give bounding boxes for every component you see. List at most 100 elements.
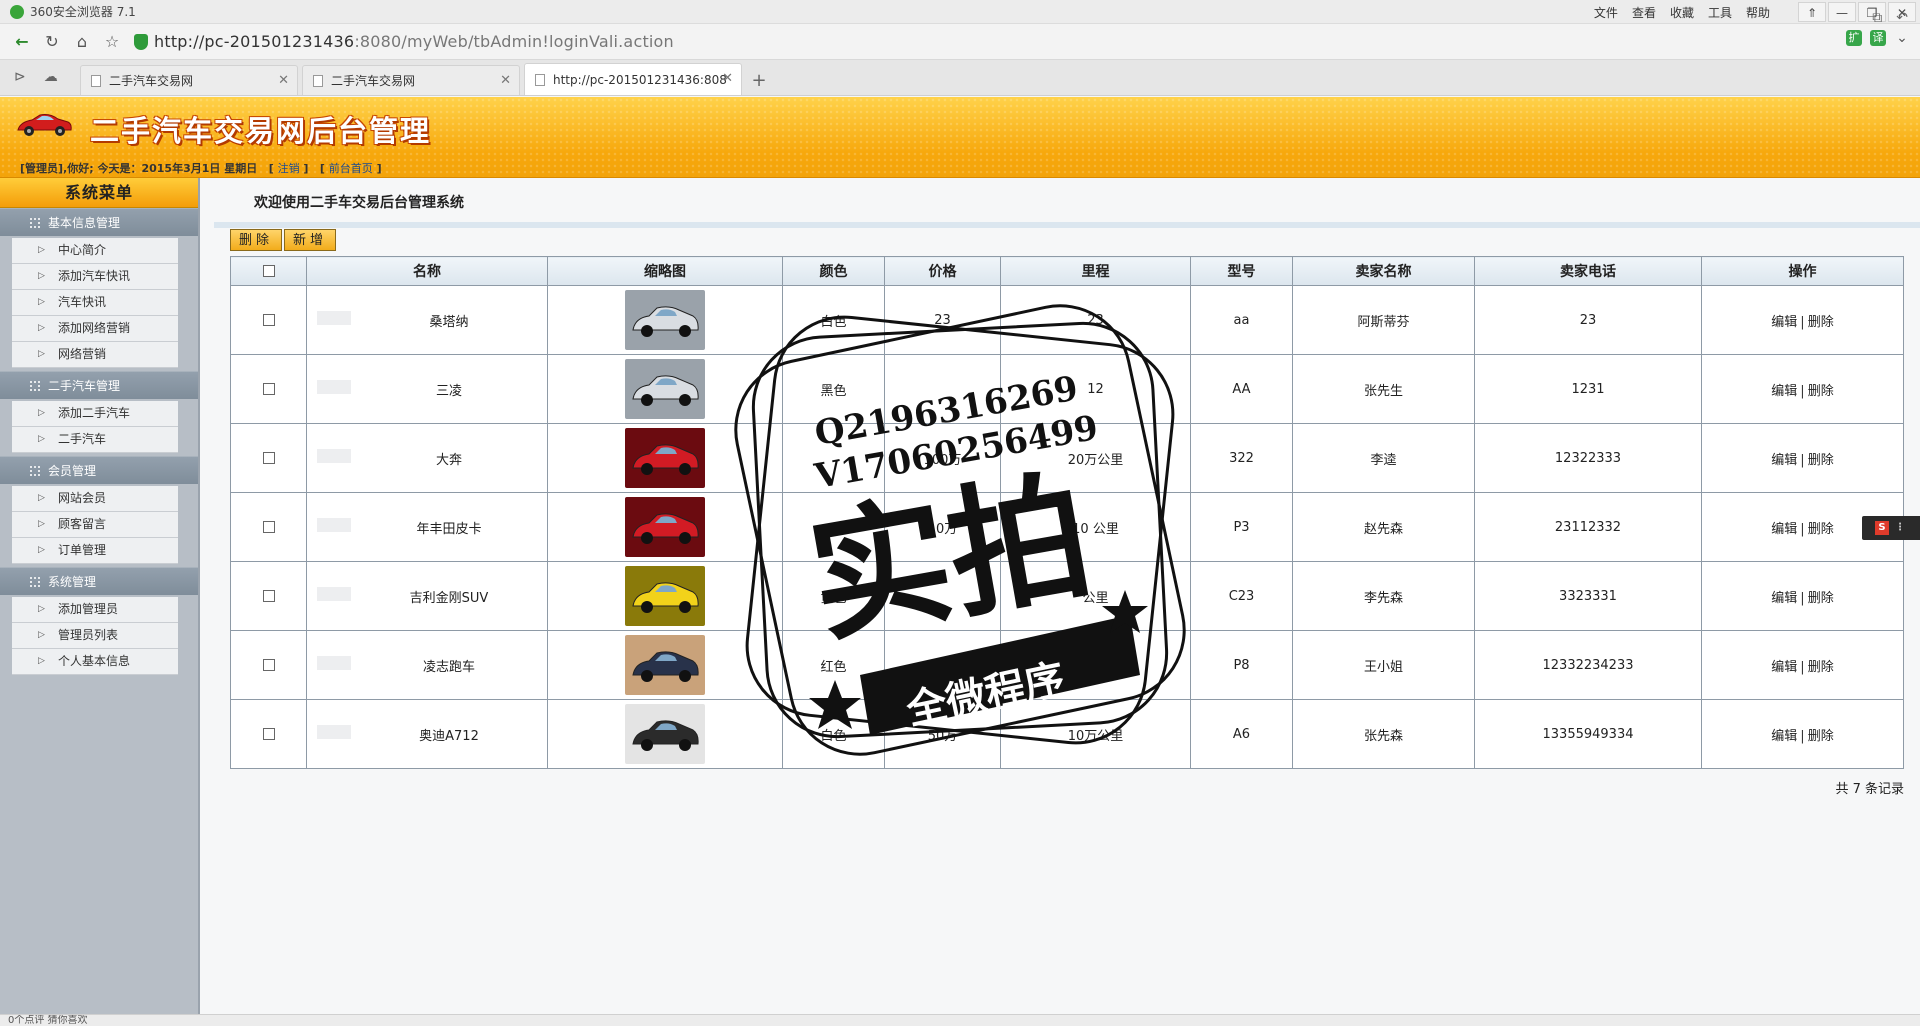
cell-mileage: 公里	[1000, 561, 1191, 631]
back-icon[interactable]: ←	[10, 30, 34, 54]
cell-seller: 李逵	[1292, 423, 1475, 493]
row-select-cell	[230, 492, 307, 562]
menu-favorites[interactable]: 收藏	[1670, 4, 1694, 21]
select-all-checkbox[interactable]	[262, 265, 275, 277]
cell-thumbnail	[547, 561, 783, 631]
edit-link[interactable]: 编辑	[1771, 522, 1797, 537]
menu-tools[interactable]: 工具	[1708, 4, 1732, 21]
sidebar-group-system[interactable]: 系统管理	[0, 567, 198, 595]
delete-link[interactable]: 删除	[1808, 660, 1834, 675]
row-checkbox[interactable]	[262, 452, 275, 464]
edit-link[interactable]: 编辑	[1771, 315, 1797, 330]
sidebar-item-orders[interactable]: ▷ 订单管理	[12, 538, 178, 564]
sidebar-item-admin-list[interactable]: ▷ 管理员列表	[12, 623, 178, 649]
menu-file[interactable]: 文件	[1594, 4, 1618, 21]
menu-view[interactable]: 查看	[1632, 4, 1656, 21]
dropdown-icon[interactable]: ⌄	[1894, 30, 1910, 46]
row-checkbox[interactable]	[262, 659, 275, 671]
tab-1[interactable]: 二手汽车交易网 ✕	[80, 65, 298, 95]
tab-close-icon[interactable]: ✕	[722, 71, 733, 86]
undo-close-icon[interactable]: ↶	[1896, 10, 1908, 26]
page-icon	[91, 74, 101, 87]
item-label: 添加二手汽车	[58, 406, 131, 420]
car-thumbnail[interactable]	[625, 290, 705, 350]
row-checkbox[interactable]	[262, 728, 275, 740]
cell-thumbnail	[547, 285, 783, 355]
frontend-home-link[interactable]: 前台首页	[329, 162, 373, 175]
new-tab-icon[interactable]: +	[746, 65, 772, 95]
sidebar-item-add-admin[interactable]: ▷ 添加管理员	[12, 597, 178, 623]
cell-price	[884, 630, 1001, 700]
sidebar-item-center-intro[interactable]: ▷ 中心简介	[12, 238, 178, 264]
edit-link[interactable]: 编辑	[1771, 591, 1797, 606]
tab-2[interactable]: 二手汽车交易网 ✕	[302, 65, 520, 95]
edit-link[interactable]: 编辑	[1771, 384, 1797, 399]
delete-link[interactable]: 删除	[1808, 453, 1834, 468]
sidebar-item-profile[interactable]: ▷ 个人基本信息	[12, 649, 178, 675]
logout-link[interactable]: 注销	[278, 162, 300, 175]
menu-help[interactable]: 帮助	[1746, 4, 1770, 21]
tab-list-icon[interactable]: ⧉	[1872, 10, 1882, 26]
car-name: 年丰田皮卡	[416, 521, 482, 537]
row-checkbox[interactable]	[262, 521, 275, 533]
row-checkbox[interactable]	[262, 314, 275, 326]
car-thumbnail[interactable]	[625, 428, 705, 488]
sidebar-item-add-news[interactable]: ▷ 添加汽车快讯	[12, 264, 178, 290]
cell-name: 奥迪A712	[306, 699, 548, 769]
cloud-icon[interactable]: ☁	[44, 69, 58, 85]
refresh-icon[interactable]: ↻	[40, 30, 64, 54]
delete-link[interactable]: 删除	[1808, 591, 1834, 606]
group-label: 会员管理	[48, 464, 97, 478]
sidebar-item-marketing[interactable]: ▷ 网络营销	[12, 342, 178, 368]
edit-link[interactable]: 编辑	[1771, 729, 1797, 744]
sidebar-item-news[interactable]: ▷ 汽车快讯	[12, 290, 178, 316]
bullet-arrow-icon: ▷	[38, 630, 45, 640]
tab-3-active[interactable]: http://pc-201501231436:808 ✕	[524, 63, 742, 95]
cell-actions: 编辑 | 删除	[1701, 561, 1904, 631]
edit-link[interactable]: 编辑	[1771, 453, 1797, 468]
sidebar-item-used-cars[interactable]: ▷ 二手汽车	[12, 427, 178, 453]
edit-link[interactable]: 编辑	[1771, 660, 1797, 675]
translate-icon[interactable]: 译	[1870, 30, 1886, 46]
delete-link[interactable]: 删除	[1808, 522, 1834, 537]
cell-thumbnail	[547, 423, 783, 493]
sidebar-group-used-cars[interactable]: 二手汽车管理	[0, 371, 198, 399]
url-input[interactable]: http://pc-201501231436:8080/myWeb/tbAdmi…	[154, 32, 674, 51]
sidebar-group-members[interactable]: 会员管理	[0, 456, 198, 484]
home-icon[interactable]: ⌂	[70, 30, 94, 54]
extension-icon[interactable]: 扩	[1846, 30, 1862, 46]
car-thumbnail[interactable]	[625, 566, 705, 626]
add-button[interactable]: 新增	[284, 229, 337, 251]
sidebar-toggle-icon[interactable]: ⊳	[14, 69, 26, 85]
star-icon[interactable]: ☆	[100, 30, 124, 54]
cell-color: 红色	[782, 630, 885, 700]
delete-button[interactable]: 删除	[230, 229, 283, 251]
table-row: 桑塔纳 白色 23 23 aa 阿斯蒂芬 23 编辑 | 删除	[230, 285, 1904, 355]
car-thumbnail[interactable]	[625, 704, 705, 764]
car-thumbnail[interactable]	[625, 359, 705, 419]
ime-widget[interactable]: S ⋮	[1862, 516, 1920, 540]
group-icon	[30, 577, 40, 587]
minimize-icon[interactable]: —	[1828, 2, 1856, 22]
welcome-bar: 欢迎使用二手车交易后台管理系统	[214, 178, 1920, 228]
skin-icon[interactable]: ⇑	[1798, 2, 1826, 22]
cell-seller: 赵先森	[1292, 492, 1475, 562]
delete-link[interactable]: 删除	[1808, 729, 1834, 744]
row-checkbox[interactable]	[262, 383, 275, 395]
sidebar-item-add-marketing[interactable]: ▷ 添加网络营销	[12, 316, 178, 342]
car-thumbnail[interactable]	[625, 497, 705, 557]
group-label: 基本信息管理	[48, 216, 121, 230]
sidebar-group-basic-info[interactable]: 基本信息管理	[0, 208, 198, 236]
car-thumbnail[interactable]	[625, 635, 705, 695]
delete-link[interactable]: 删除	[1808, 315, 1834, 330]
cell-name: 吉利金刚SUV	[306, 561, 548, 631]
tab-close-icon[interactable]: ✕	[500, 73, 511, 88]
delete-link[interactable]: 删除	[1808, 384, 1834, 399]
tab-close-icon[interactable]: ✕	[278, 73, 289, 88]
sidebar-item-site-members[interactable]: ▷ 网站会员	[12, 486, 178, 512]
url-path: :8080/myWeb/tbAdmin!loginVali.action	[354, 32, 674, 51]
red-car-logo-icon	[17, 114, 72, 136]
sidebar-item-messages[interactable]: ▷ 顾客留言	[12, 512, 178, 538]
row-checkbox[interactable]	[262, 590, 275, 602]
sidebar-item-add-used-car[interactable]: ▷ 添加二手汽车	[12, 401, 178, 427]
